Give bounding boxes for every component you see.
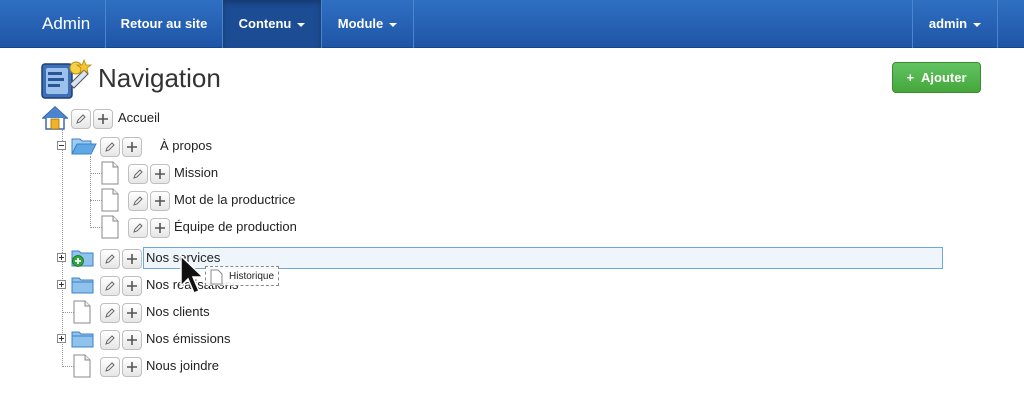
add-child-button[interactable] xyxy=(122,330,142,350)
add-child-button[interactable] xyxy=(122,249,142,269)
nav-retour-au-site[interactable]: Retour au site xyxy=(106,0,222,48)
edit-button[interactable] xyxy=(128,164,148,184)
tree-item-mission[interactable]: Mission xyxy=(101,161,301,185)
pencil-icon xyxy=(105,335,115,345)
tree-connector xyxy=(62,130,63,367)
nav-module-dropdown[interactable]: Module xyxy=(322,0,413,48)
page-icon xyxy=(73,354,91,378)
pencil-icon xyxy=(133,223,143,233)
edit-button[interactable] xyxy=(100,303,120,323)
add-child-button[interactable] xyxy=(122,357,142,377)
add-child-button[interactable] xyxy=(150,191,170,211)
plus-icon xyxy=(98,114,108,124)
nav-divider xyxy=(413,0,414,48)
edit-button[interactable] xyxy=(100,357,120,377)
tree-item-accueil[interactable]: Accueil xyxy=(42,106,242,130)
add-button[interactable]: + Ajouter xyxy=(892,62,981,93)
page-icon xyxy=(210,269,223,285)
nav-module-label: Module xyxy=(337,16,384,31)
folder-add-icon xyxy=(71,250,94,267)
pencil-icon xyxy=(105,142,115,152)
nav-retour-label: Retour au site xyxy=(120,16,208,31)
add-child-button[interactable] xyxy=(150,164,170,184)
tree-item-label: À propos xyxy=(160,138,213,153)
tree-item-label: Nos clients xyxy=(146,304,210,319)
navigation-page-icon xyxy=(40,58,93,102)
page-icon xyxy=(101,215,119,239)
plus-icon xyxy=(127,362,137,372)
folder-icon xyxy=(71,277,94,294)
tree-item-equipe-de-production[interactable]: Équipe de production xyxy=(101,215,361,239)
folder-open-icon xyxy=(71,138,97,155)
plus-icon: + xyxy=(906,70,915,85)
nav-contenu-dropdown[interactable]: Contenu xyxy=(223,0,321,48)
tree-item-label: Accueil xyxy=(118,110,160,125)
tree-item-label: Nos émissions xyxy=(146,331,231,346)
plus-icon xyxy=(155,196,165,206)
tree-item-label: Nous joindre xyxy=(146,358,219,373)
plus-icon xyxy=(155,169,165,179)
page-title: Navigation xyxy=(98,63,221,93)
tree-item-nous-joindre[interactable]: Nous joindre xyxy=(73,354,273,378)
tree-item-label: Mot de la productrice xyxy=(174,192,296,207)
pencil-icon xyxy=(105,254,115,264)
tree-item-mot-de-la-productrice[interactable]: Mot de la productrice xyxy=(101,188,361,212)
expand-toggle[interactable] xyxy=(57,253,66,262)
pencil-icon xyxy=(76,114,86,124)
tree-item-label: Mission xyxy=(174,165,219,180)
edit-button[interactable] xyxy=(100,249,120,269)
pencil-icon xyxy=(105,281,115,291)
pencil-icon xyxy=(105,362,115,372)
pencil-icon xyxy=(133,169,143,179)
page-icon xyxy=(73,300,91,324)
top-navbar: Admin Retour au site Contenu Module admi… xyxy=(0,0,1024,48)
add-child-button[interactable] xyxy=(122,303,142,323)
caret-down-icon xyxy=(389,22,398,27)
add-button-label: Ajouter xyxy=(921,70,967,85)
tree-item-nos-emissions[interactable]: Nos émissions xyxy=(71,327,271,351)
edit-button[interactable] xyxy=(100,276,120,296)
tree-item-label: Équipe de production xyxy=(174,219,297,234)
edit-button[interactable] xyxy=(128,218,148,238)
edit-button[interactable] xyxy=(100,137,120,157)
page-icon xyxy=(101,161,119,185)
pencil-icon xyxy=(133,196,143,206)
collapse-toggle[interactable] xyxy=(57,141,66,150)
expand-toggle[interactable] xyxy=(57,280,66,289)
drag-ghost-label: Historique xyxy=(229,271,275,282)
caret-down-icon xyxy=(973,22,982,27)
add-child-button[interactable] xyxy=(93,109,113,129)
user-menu-label: admin xyxy=(928,16,968,31)
add-child-button[interactable] xyxy=(122,137,142,157)
nav-divider xyxy=(997,0,998,48)
brand-link[interactable]: Admin xyxy=(42,0,90,48)
edit-button[interactable] xyxy=(71,109,91,129)
mouse-cursor-icon xyxy=(180,254,205,294)
drag-ghost: Historique xyxy=(205,266,279,286)
tree-item-a-propos[interactable]: À propos xyxy=(71,134,271,158)
user-menu-dropdown[interactable]: admin xyxy=(913,0,997,48)
plus-icon xyxy=(155,223,165,233)
page-icon xyxy=(101,188,119,212)
edit-button[interactable] xyxy=(100,330,120,350)
expand-toggle[interactable] xyxy=(57,334,66,343)
plus-icon xyxy=(127,335,137,345)
plus-icon xyxy=(127,308,137,318)
plus-icon xyxy=(127,281,137,291)
folder-icon xyxy=(71,331,94,348)
home-icon xyxy=(42,106,68,130)
pencil-icon xyxy=(105,308,115,318)
tree-connector xyxy=(90,156,91,228)
caret-down-icon xyxy=(297,22,306,27)
add-child-button[interactable] xyxy=(122,276,142,296)
plus-icon xyxy=(127,254,137,264)
add-child-button[interactable] xyxy=(150,218,170,238)
plus-icon xyxy=(127,142,137,152)
nav-contenu-label: Contenu xyxy=(238,16,292,31)
edit-button[interactable] xyxy=(128,191,148,211)
tree-item-nos-clients[interactable]: Nos clients xyxy=(73,300,273,324)
